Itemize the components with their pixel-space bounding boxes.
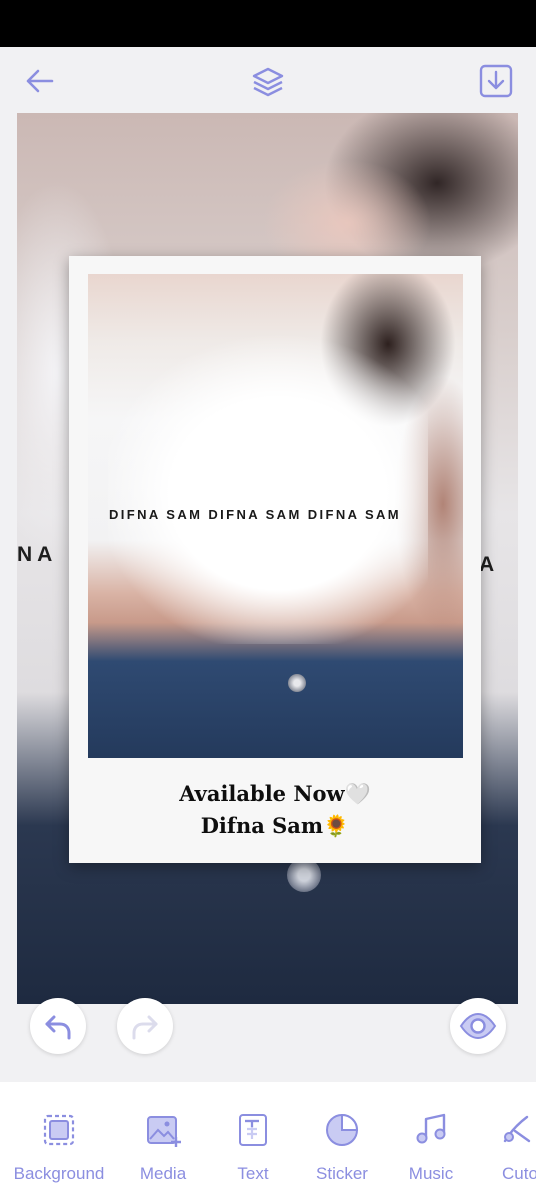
undo-icon	[45, 1015, 71, 1040]
tool-media-label: Media	[139, 1164, 187, 1183]
music-icon	[412, 1110, 450, 1150]
photo[interactable]: DIFNA SAM DIFNA SAM DIFNA SAM	[88, 274, 463, 758]
cutout-icon	[497, 1110, 535, 1150]
redo-icon	[132, 1015, 158, 1040]
shirt-print-text: DIFNA SAM DIFNA SAM DIFNA SAM	[109, 507, 402, 522]
tool-cutout-label: Cuto	[502, 1164, 536, 1183]
top-bar	[0, 47, 536, 113]
background-icon	[40, 1110, 78, 1150]
polaroid-frame[interactable]: DIFNA SAM DIFNA SAM DIFNA SAM Available …	[69, 256, 481, 863]
tool-sticker[interactable]: Sticker	[298, 1082, 386, 1200]
layers-button[interactable]	[248, 61, 288, 101]
tool-background[interactable]: Background	[0, 1082, 118, 1200]
preview-button[interactable]	[450, 998, 506, 1054]
tool-media[interactable]: Media	[118, 1082, 208, 1200]
background-jeans-button	[287, 858, 321, 892]
save-button[interactable]	[476, 61, 516, 101]
tool-text[interactable]: Text	[208, 1082, 298, 1200]
tool-music-label: Music	[408, 1164, 454, 1183]
eye-icon	[459, 1012, 497, 1040]
undo-button[interactable]	[30, 998, 86, 1054]
tool-music[interactable]: Music	[386, 1082, 476, 1200]
tool-cutout[interactable]: Cuto	[476, 1082, 536, 1200]
editor-canvas[interactable]: NA A DIFNA SAM DIFNA SAM DIFNA SAM Avail…	[17, 113, 518, 1004]
bottom-toolbar: Background Media Text Sticker Music Cuto	[0, 1082, 536, 1200]
status-bar	[0, 0, 536, 47]
layers-icon	[252, 67, 284, 97]
tool-sticker-label: Sticker	[316, 1164, 368, 1183]
caption-line-1: Available Now🤍	[179, 781, 371, 806]
text-icon	[234, 1110, 272, 1150]
photo-jeans-button	[288, 674, 306, 692]
arrow-left-icon	[26, 69, 54, 93]
photo-shirt	[108, 334, 428, 644]
background-image-text-left: NA	[17, 543, 58, 566]
back-button[interactable]	[20, 61, 60, 101]
background-image-text-right: A	[479, 553, 500, 576]
tool-background-label: Background	[13, 1164, 105, 1183]
caption[interactable]: Available Now🤍 Difna Sam🌻	[69, 778, 481, 842]
sticker-icon	[323, 1110, 361, 1150]
caption-line-2: Difna Sam🌻	[200, 813, 350, 838]
download-icon	[479, 64, 513, 98]
tool-text-label: Text	[237, 1164, 269, 1183]
redo-button[interactable]	[117, 998, 173, 1054]
media-icon	[144, 1110, 182, 1150]
